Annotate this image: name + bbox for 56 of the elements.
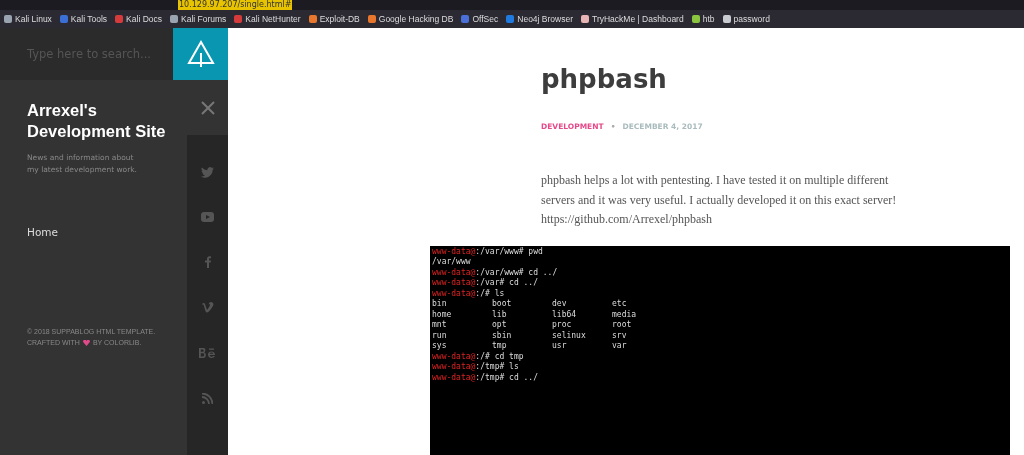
upload-button[interactable]	[173, 28, 228, 80]
bookmark-link[interactable]: Kali Linux	[4, 14, 52, 24]
terminal-listing-entry: root	[612, 320, 632, 331]
terminal-listing-entry: boot	[492, 299, 512, 310]
terminal-listing-entry: bin	[432, 299, 447, 310]
post-body-text: phpbash helps a lot with pentesting. I have tested it on multiple different servers and it was very useful. I actually developed it on this exact server! https://github.com/Arrexel/phpbash	[541, 172, 898, 228]
terminal-line: www-data@:/# ls	[432, 288, 505, 299]
letter-v-icon[interactable]	[201, 302, 214, 313]
terminal-listing-entry: proc	[552, 320, 572, 331]
terminal-line: /var/www	[432, 257, 471, 268]
bookmark-link[interactable]: Kali NetHunter	[234, 14, 301, 24]
terminal-listing-entry: opt	[492, 320, 507, 331]
terminal-listing-entry: home	[432, 309, 452, 320]
site-title: Arrexel's Development Site	[27, 100, 167, 142]
terminal-line: www-data@:/tmp# ls	[432, 362, 519, 373]
bookmark-link[interactable]: Kali Tools	[59, 14, 108, 24]
bookmark-link[interactable]: Neo4j Browser	[506, 14, 573, 24]
bookmark-link[interactable]: Kali Forums	[170, 14, 227, 24]
terminal-listing-entry: lib	[492, 309, 507, 320]
rss-icon[interactable]	[202, 393, 213, 404]
bookmark-link[interactable]: OffSec	[461, 14, 499, 24]
be-letters-icon[interactable]	[199, 347, 216, 359]
bookmark-link[interactable]: password	[722, 14, 770, 24]
bookmark-link[interactable]: Exploit-DB	[308, 14, 360, 24]
terminal-listing-entry: media	[612, 309, 637, 320]
bookmark-link[interactable]: htb	[691, 14, 715, 24]
terminal-listing-entry: usr	[552, 341, 567, 352]
terminal-listing-entry: run	[432, 330, 447, 341]
post-title: phpbash	[541, 64, 668, 94]
terminal-listing-entry: lib64	[552, 309, 577, 320]
terminal-listing-entry: dev	[552, 299, 567, 310]
bookmark-link[interactable]: Google Hacking DB	[367, 14, 454, 24]
address-bar-url[interactable]: 10.129.97.207/single.html#	[178, 0, 293, 10]
terminal-line: www-data@:/var# cd ../	[432, 278, 538, 289]
terminal-listing-entry: srv	[612, 330, 627, 341]
terminal-listing-entry: mnt	[432, 320, 447, 331]
terminal-line: www-data@:/var/www# cd ../	[432, 267, 558, 278]
terminal-line: www-data@:/tmp# cd ../	[432, 372, 538, 383]
terminal-listing-entry: selinux	[552, 330, 586, 341]
terminal-listing-entry: tmp	[492, 341, 507, 352]
terminal-line: www-data@:/# cd tmp	[432, 351, 524, 362]
letter-f-icon[interactable]	[204, 256, 211, 268]
close-icon	[200, 100, 215, 115]
terminal-listing-entry: sys	[432, 341, 447, 352]
triangle-arrow-icon	[185, 39, 216, 69]
bookmark-link[interactable]: Kali Docs	[115, 14, 162, 24]
terminal-listing-entry: etc	[612, 299, 627, 310]
nav-link[interactable]: Home	[27, 226, 187, 238]
twitter-icon[interactable]	[201, 167, 214, 178]
terminal-line: www-data@:/var/www# pwd	[432, 246, 543, 257]
terminal-listing-entry: sbin	[492, 330, 512, 341]
bookmark-link[interactable]: TryHackMe | Dashboard	[581, 14, 684, 24]
close-button[interactable]	[187, 80, 228, 135]
heart-icon	[82, 339, 90, 346]
video-play-icon[interactable]	[201, 212, 214, 222]
terminal-listing-entry: var	[612, 341, 627, 352]
